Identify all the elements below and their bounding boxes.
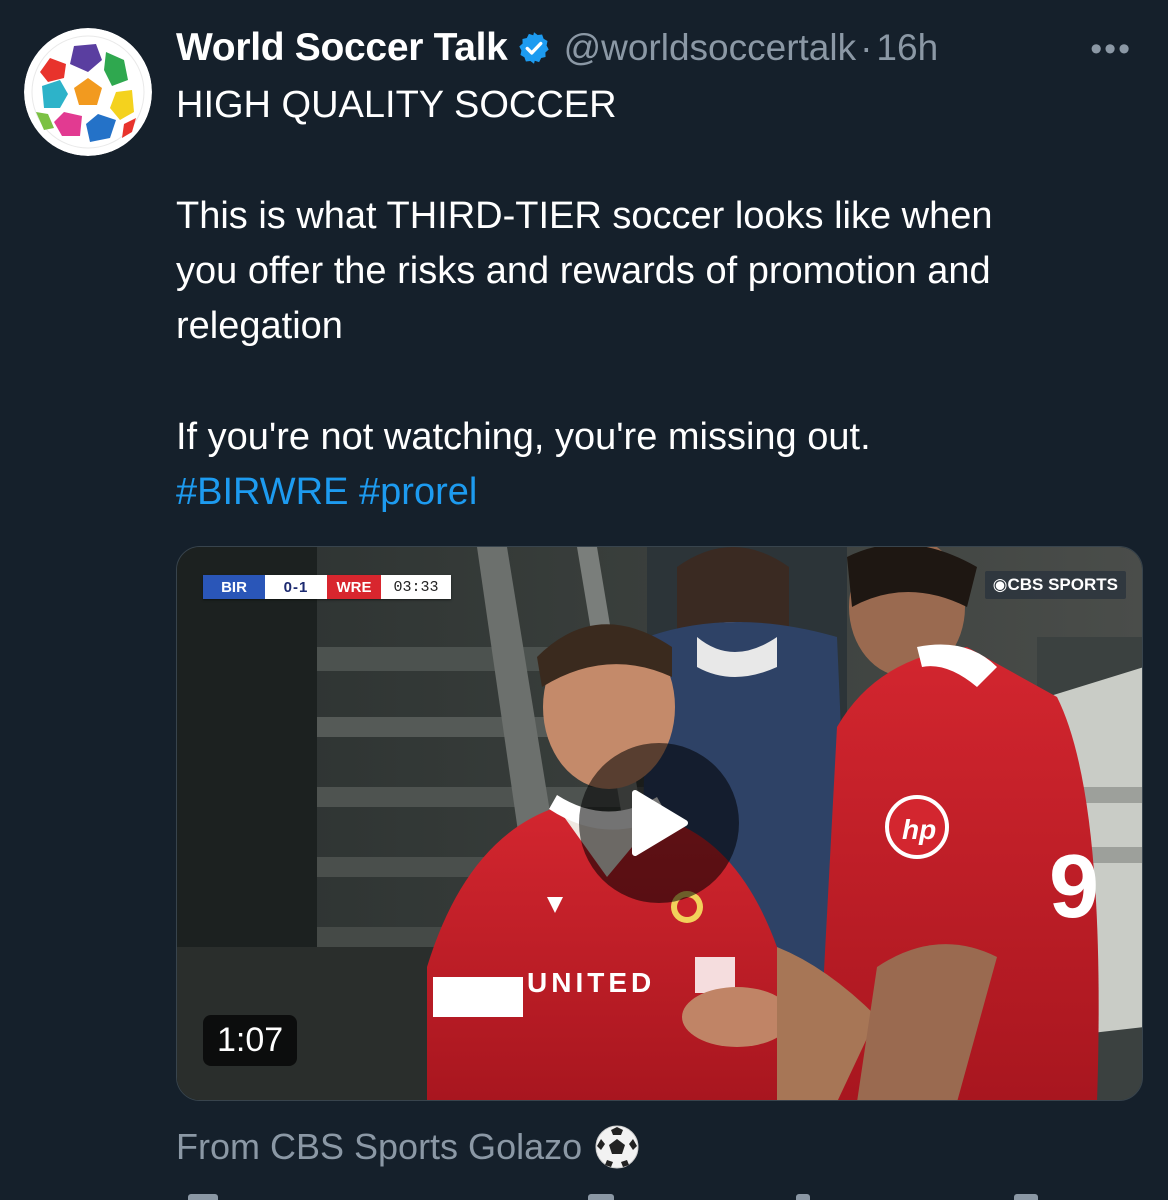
header-separator: ·	[860, 27, 873, 68]
scorebug: BIR 0-1 WRE 03:33	[203, 575, 451, 599]
reply-icon[interactable]	[188, 1194, 218, 1200]
source-label[interactable]: From CBS Sports Golazo	[176, 1126, 582, 1168]
scorebug-home-team: BIR	[203, 575, 265, 599]
video-player[interactable]: UNITED hp 9 BIR 0-1 WRE 03:33 ◉CBS SPORT…	[176, 546, 1143, 1101]
shirt-number-text: 9	[1049, 837, 1099, 937]
soccer-ball-icon	[594, 1124, 640, 1170]
scorebug-clock: 03:33	[381, 575, 451, 599]
tweet-timestamp[interactable]: 16h	[876, 27, 938, 69]
tweet-text-line: relegation	[176, 305, 343, 347]
author-name[interactable]: World Soccer Talk	[176, 26, 508, 70]
soccer-ball-logo-icon	[24, 28, 152, 156]
tweet-text-line: HIGH QUALITY SOCCER	[176, 84, 617, 126]
more-options-icon[interactable]: •••	[1090, 30, 1132, 69]
share-icon[interactable]	[1014, 1194, 1038, 1200]
retweet-icon[interactable]	[588, 1194, 614, 1200]
tweet-text-line: If you're not watching, you're missing o…	[176, 416, 871, 458]
hashtag-prorel[interactable]: #prorel	[359, 471, 477, 513]
scorebug-score: 0-1	[265, 575, 327, 599]
cbs-sports-watermark: ◉CBS SPORTS	[984, 571, 1126, 599]
shirt-sponsor-text: UNITED	[527, 967, 655, 998]
author-avatar[interactable]	[24, 28, 152, 156]
author-handle[interactable]: @worldsoccertalk	[564, 27, 857, 69]
hashtag-line: #BIRWRE #prorel	[176, 465, 1156, 520]
play-button[interactable]	[579, 743, 739, 903]
tweet-text-line: This is what THIRD-TIER soccer looks lik…	[176, 195, 993, 237]
tweet-text-gap	[176, 354, 1156, 410]
tweet-header: World Soccer Talk @worldsoccertalk · 16h…	[176, 24, 1146, 72]
hashtag-birwre[interactable]: #BIRWRE	[176, 471, 348, 513]
tweet-text-line: you offer the risks and rewards of promo…	[176, 250, 991, 292]
like-icon[interactable]	[796, 1194, 810, 1200]
action-bar	[176, 1190, 1146, 1200]
verified-badge-icon[interactable]	[516, 30, 552, 66]
tweet-body: HIGH QUALITY SOCCER This is what THIRD-T…	[176, 78, 1156, 520]
scorebug-away-team: WRE	[327, 575, 381, 599]
play-icon	[632, 790, 688, 856]
svg-text:hp: hp	[902, 814, 936, 845]
cbs-eye-icon: ◉	[992, 575, 1008, 594]
video-source[interactable]: From CBS Sports Golazo	[176, 1122, 640, 1172]
tweet-text-gap	[176, 133, 1156, 189]
video-duration: 1:07	[203, 1015, 298, 1066]
network-name: CBS SPORTS	[1007, 575, 1118, 594]
